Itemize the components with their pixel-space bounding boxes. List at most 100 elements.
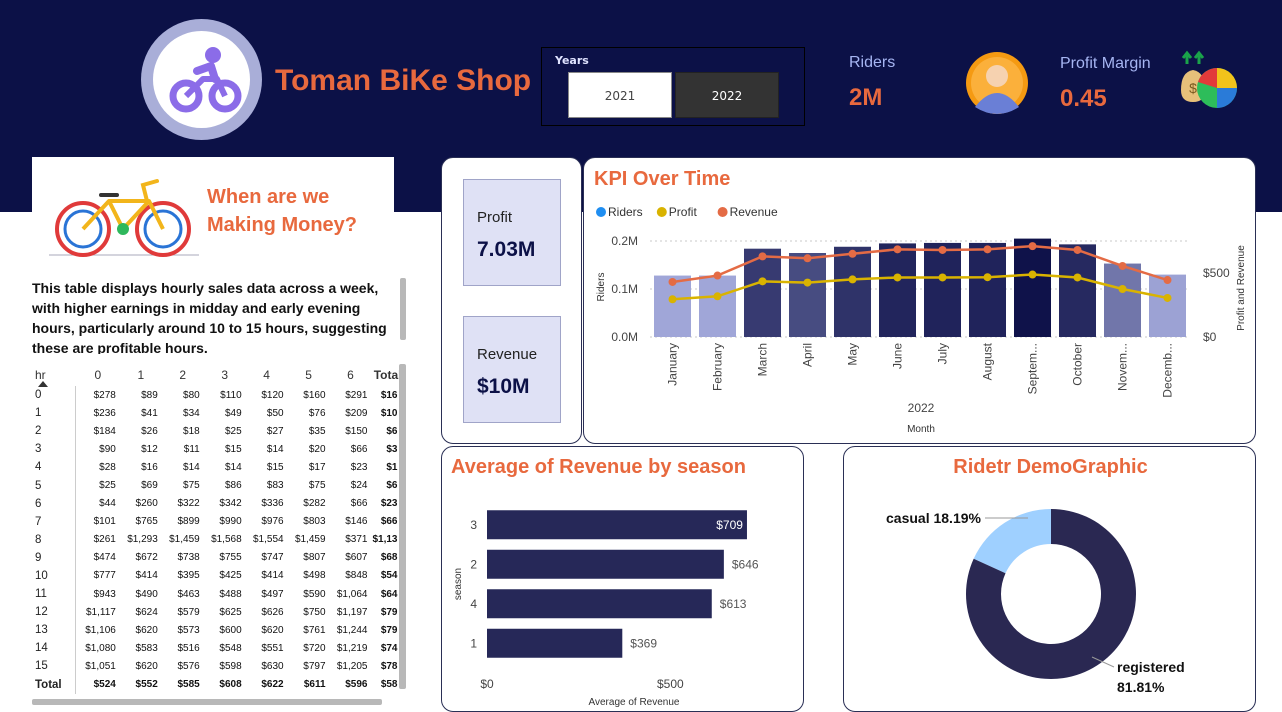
profit-point [983, 273, 992, 282]
revenue-point [803, 254, 812, 263]
total-cell: $58 [380, 679, 398, 691]
season-value-label: $709 [716, 518, 743, 532]
table-cell: $611 [303, 679, 326, 691]
riders-bar [789, 253, 826, 337]
table-cell: $579 [177, 606, 200, 618]
table-cell: $1,554 [253, 534, 284, 546]
table-cell: $23 [350, 461, 368, 473]
table-cell: $1,064 [336, 588, 368, 600]
table-cell: $765 [135, 516, 158, 528]
table-horizontal-scrollbar[interactable] [32, 699, 382, 705]
table-cell: $160 [303, 389, 326, 401]
legend-item-revenue: Revenue [730, 205, 778, 219]
table-cell: $12 [141, 443, 158, 455]
total-cell: $16 [380, 389, 398, 401]
years-slicer: Years 2021 2022 [541, 47, 805, 126]
column-header[interactable]: 4 [246, 364, 288, 386]
year-2021-button[interactable]: 2021 [568, 72, 672, 118]
column-header-total[interactable]: Total [371, 364, 402, 386]
column-header[interactable]: 6 [330, 364, 372, 386]
season-category-label: 4 [470, 597, 477, 611]
table-row: 12 $1,117 $624 $579 $625 $626 $750 $1,197 $79 [32, 603, 402, 622]
table-cell: $18 [183, 425, 200, 437]
table-header-row: hr 0 1 2 3 4 5 6 Total [32, 364, 402, 386]
table-row: 8 $261 $1,293 $1,459 $1,568 $1,554 $1,459 $371 $… [32, 530, 402, 549]
revenue-point [668, 277, 677, 286]
season-revenue-chart: 3 $709 2 $646 4 $613 1 $369 $0 $500 Average of Rev… [453, 510, 759, 708]
table-cell: $498 [303, 570, 326, 582]
description-scrollbar[interactable] [400, 278, 406, 340]
revenue-point [848, 249, 857, 258]
table-cell: $17 [308, 461, 326, 473]
table-cell: $620 [261, 624, 284, 636]
x-tick-label: Novem... [1116, 343, 1130, 391]
rider-demographic-donut-chart: casual 18.19% registered 81.81% [886, 509, 1185, 695]
revenue-point [758, 252, 767, 261]
revenue-point [938, 245, 947, 254]
profit-point [848, 275, 857, 284]
table-cell: $943 [93, 588, 116, 600]
row-header-cell: 1 [32, 404, 77, 423]
table-cell: $1,219 [336, 642, 368, 654]
y-axis-title: Riders [596, 273, 607, 302]
row-header-cell: 5 [32, 476, 77, 495]
table-cell: $342 [219, 498, 242, 510]
sort-ascending-icon[interactable] [38, 381, 48, 387]
table-cell: $209 [345, 407, 368, 419]
row-header-cell: 3 [32, 440, 77, 459]
table-cell: $24 [350, 480, 368, 492]
table-cell: $80 [183, 389, 200, 401]
table-cell: $803 [303, 516, 326, 528]
table-cell: $15 [266, 461, 284, 473]
x-tick-label: Septem... [1026, 343, 1040, 394]
table-cell: $11 [183, 443, 200, 455]
x-axis-title: Average of Revenue [589, 697, 680, 708]
table-cell: $260 [135, 498, 158, 510]
money-panel-description: This table displays hourly sales data ac… [32, 280, 387, 354]
table-row: 13 $1,106 $620 $573 $600 $620 $761 $1,244 $79 [32, 621, 402, 640]
table-cell: $590 [303, 588, 326, 600]
row-header-cell: 12 [32, 603, 77, 622]
table-cell: $807 [303, 552, 326, 564]
column-header[interactable]: 2 [162, 364, 204, 386]
table-cell: $516 [177, 642, 200, 654]
table-vertical-scrollbar[interactable] [399, 364, 406, 689]
kpi-cards-panel: Profit 7.03M Revenue $10M [441, 157, 582, 444]
season-value-label: $646 [732, 557, 759, 571]
total-cell: $1,13 [372, 534, 398, 546]
total-cell: $1 [386, 461, 398, 473]
total-cell: $54 [380, 570, 398, 582]
table-cell: $797 [303, 660, 326, 672]
column-header[interactable]: 5 [288, 364, 330, 386]
riders-value: 2M [849, 84, 883, 111]
year-2022-button[interactable]: 2022 [675, 72, 779, 118]
column-header[interactable]: 3 [204, 364, 246, 386]
column-header[interactable]: 0 [76, 364, 120, 386]
riders-bar [699, 275, 736, 337]
profit-point [938, 273, 947, 282]
profit-point [1163, 293, 1172, 302]
y2-tick-label: $500 [1203, 266, 1230, 280]
season-category-label: 3 [470, 518, 477, 532]
revenue-card: Revenue $10M [463, 316, 561, 423]
table-cell: $414 [135, 570, 158, 582]
row-header-cell: 4 [32, 458, 77, 477]
profit-card: Profit 7.03M [463, 179, 561, 286]
table-row: 15 $1,051 $620 $576 $598 $630 $797 $1,205 $78 [32, 657, 402, 676]
table-cell: $395 [177, 570, 200, 582]
x-tick-label: January [666, 343, 680, 386]
table-cell: $1,459 [294, 534, 326, 546]
table-cell: $86 [224, 480, 242, 492]
table-cell: $747 [261, 552, 284, 564]
profit-point [1073, 273, 1082, 282]
table-cell: $89 [141, 389, 158, 401]
table-cell: $291 [345, 389, 368, 401]
revenue-point [983, 245, 992, 254]
table-row: 6 $44 $260 $322 $342 $336 $282 $66 $23 [32, 494, 402, 513]
y-tick-label: 0.0M [611, 330, 638, 344]
table-cell: $66 [350, 498, 368, 510]
row-header-cell: 9 [32, 548, 77, 567]
column-header[interactable]: 1 [120, 364, 162, 386]
x-tick-label: May [846, 343, 860, 366]
y-axis-title: season [453, 568, 464, 600]
